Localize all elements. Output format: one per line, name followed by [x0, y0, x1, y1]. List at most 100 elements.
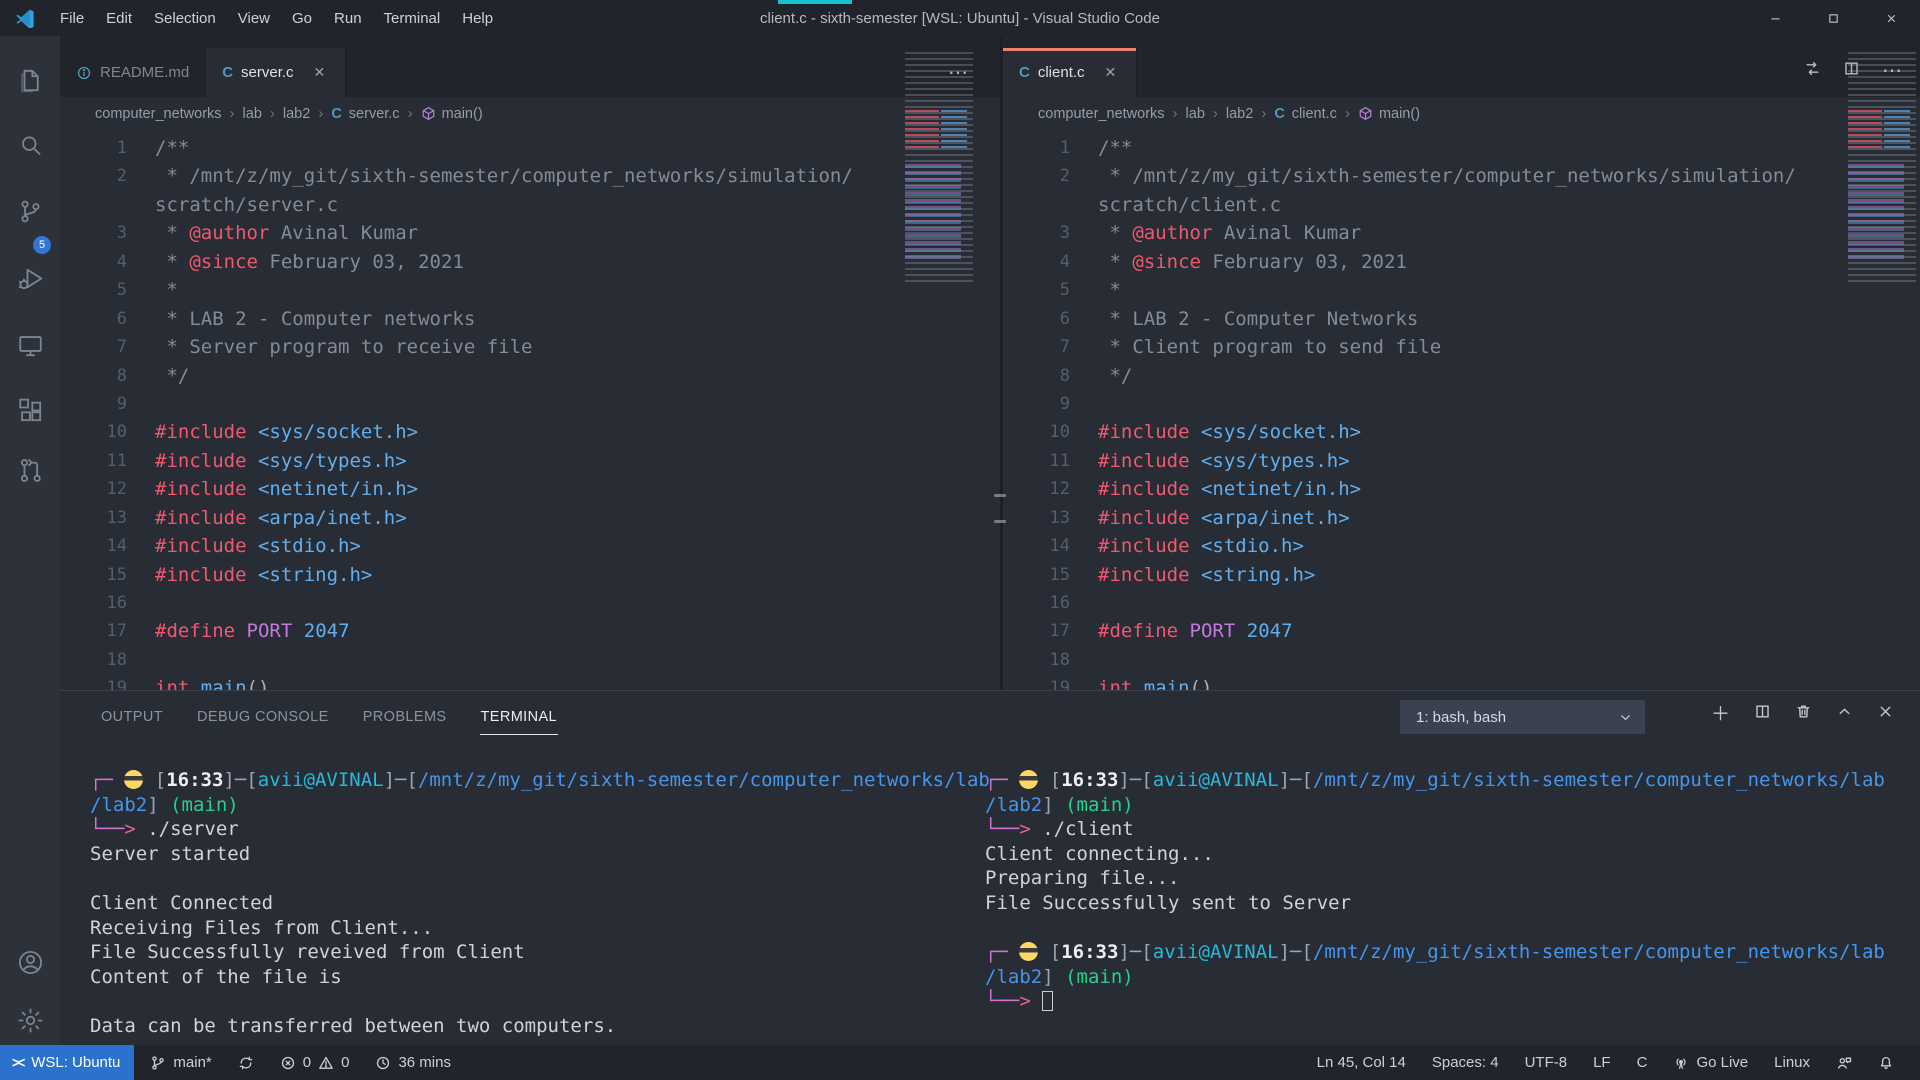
breadcrumb-item-main-[interactable]: main() — [421, 106, 483, 122]
c-file-icon: C — [1274, 106, 1284, 122]
sash-handle[interactable] — [994, 494, 1006, 497]
split-terminal-icon[interactable] — [1754, 703, 1771, 725]
minimap-right[interactable] — [1848, 52, 1916, 284]
account-icon[interactable] — [12, 944, 48, 980]
breadcrumb-item-server-c[interactable]: Cserver.c — [331, 106, 399, 122]
panel-tab-problems[interactable]: PROBLEMS — [362, 701, 448, 735]
close-icon[interactable]: ✕ — [1101, 63, 1121, 82]
maximize-panel-icon[interactable] — [1836, 703, 1853, 725]
settings-gear-icon[interactable] — [12, 1002, 48, 1038]
sunglasses-emoji-icon — [1019, 942, 1038, 961]
status-item-notifications[interactable] — [1878, 1055, 1894, 1071]
menu-selection[interactable]: Selection — [143, 6, 227, 31]
status-item-problems[interactable]: 00 — [280, 1054, 350, 1071]
token — [1190, 450, 1201, 472]
chevron-right-icon: › — [230, 105, 235, 122]
tab-server.c[interactable]: Cserver.c✕ — [206, 48, 346, 97]
terminal-select[interactable]: 1: bash, bash — [1400, 700, 1645, 734]
explorer-icon[interactable] — [12, 62, 48, 98]
maximize-button[interactable] — [1804, 0, 1862, 36]
line-number: 13 — [1003, 504, 1070, 532]
status-item-sync[interactable] — [238, 1055, 254, 1071]
terminal-text: ./client — [1042, 818, 1134, 840]
breadcrumb-item-computer-networks[interactable]: computer_networks — [1038, 106, 1165, 122]
menu-go[interactable]: Go — [281, 6, 323, 31]
open-changes-icon[interactable] — [1804, 60, 1821, 82]
token: () — [247, 677, 270, 690]
new-terminal-icon[interactable]: ＋ — [1711, 706, 1730, 723]
status-item-go-live[interactable]: Go Live — [1673, 1054, 1748, 1071]
terminal-text: > — [124, 818, 147, 840]
panel-tab-terminal[interactable]: TERMINAL — [480, 701, 559, 735]
status-item-feedback[interactable] — [1836, 1055, 1852, 1071]
status-item-indentation[interactable]: Spaces: 4 — [1432, 1054, 1499, 1071]
breadcrumb-item-lab2[interactable]: lab2 — [1226, 106, 1253, 122]
terminal-line: └──> — [985, 989, 1905, 1014]
code-text: scratch/client.c — [1070, 191, 1281, 219]
line-number: 1 — [60, 134, 127, 162]
extensions-icon[interactable] — [12, 392, 48, 428]
status-item-cursor-position[interactable]: Ln 45, Col 14 — [1317, 1054, 1406, 1071]
menu-file[interactable]: File — [49, 6, 95, 31]
code-line: 12#include <netinet/in.h> — [1003, 475, 1920, 503]
status-item-language-mode[interactable]: C — [1637, 1054, 1648, 1071]
menu-run[interactable]: Run — [323, 6, 373, 31]
line-number: 8 — [1003, 362, 1070, 390]
menu-view[interactable]: View — [227, 6, 281, 31]
code-line: 3 * @author Avinal Kumar — [60, 219, 1000, 247]
line-number: 4 — [1003, 248, 1070, 276]
line-number: 17 — [1003, 617, 1070, 645]
terminal-text: Client Connected — [90, 892, 273, 914]
token — [1190, 421, 1201, 443]
terminal-client[interactable]: ┌─ [16:33]─[avii@AVINAL]─[/mnt/z/my_git/… — [985, 768, 1905, 1014]
minimize-button[interactable] — [1746, 0, 1804, 36]
remote-explorer-icon[interactable] — [12, 327, 48, 363]
panel-tab-debug-console[interactable]: DEBUG CONSOLE — [196, 701, 330, 735]
terminal-select-value: 1: bash, bash — [1412, 709, 1618, 726]
terminal-line: Client connecting... — [985, 842, 1905, 867]
code-editor-server[interactable]: 1/**2 * /mnt/z/my_git/sixth-semester/com… — [60, 130, 1000, 690]
tab-README.md[interactable]: README.md — [60, 48, 206, 97]
code-line: 3 * @author Avinal Kumar — [1003, 219, 1920, 247]
code-text: /** — [127, 134, 189, 162]
run-debug-icon[interactable] — [12, 260, 48, 296]
terminal-line: Client Connected — [90, 891, 974, 916]
line-number — [1003, 191, 1070, 219]
status-item-git-branch[interactable]: main* — [150, 1054, 211, 1071]
remote-indicator[interactable]: >< WSL: Ubuntu — [0, 1045, 134, 1080]
terminal-text: ┌─ — [985, 769, 1019, 791]
breadcrumb-item-lab[interactable]: lab — [1186, 106, 1205, 122]
kill-terminal-icon[interactable] — [1795, 703, 1812, 725]
close-panel-icon[interactable] — [1877, 703, 1894, 725]
status-item-remote-os[interactable]: Linux — [1774, 1054, 1810, 1071]
menu-terminal[interactable]: Terminal — [373, 6, 452, 31]
breadcrumb-item-lab2[interactable]: lab2 — [283, 106, 310, 122]
sash-handle[interactable] — [994, 520, 1006, 523]
close-button[interactable] — [1862, 0, 1920, 36]
token: * — [155, 222, 189, 244]
editor-group-sash[interactable] — [1000, 36, 1003, 690]
breadcrumb-item-computer-networks[interactable]: computer_networks — [95, 106, 222, 122]
close-icon[interactable]: ✕ — [310, 63, 330, 82]
terminal-line: └──> ./client — [985, 817, 1905, 842]
breadcrumb-item-main-[interactable]: main() — [1358, 106, 1420, 122]
code-line: 19int main() — [1003, 674, 1920, 690]
github-pr-icon[interactable] — [12, 452, 48, 488]
source-control-icon[interactable] — [12, 193, 48, 229]
menu-help[interactable]: Help — [451, 6, 504, 31]
breadcrumb-label: computer_networks — [95, 106, 222, 122]
terminal-server[interactable]: ┌─ [16:33]─[avii@AVINAL]─[/mnt/z/my_git/… — [90, 768, 974, 1039]
tab-client.c[interactable]: Cclient.c✕ — [1003, 48, 1137, 97]
panel-tab-output[interactable]: OUTPUT — [100, 701, 164, 735]
minimap-left[interactable] — [905, 52, 973, 284]
search-icon[interactable] — [12, 127, 48, 163]
terminal-text: /mnt/z/my_git/sixth-semester/computer_ne… — [1313, 769, 1885, 791]
breadcrumb-item-lab[interactable]: lab — [243, 106, 262, 122]
breadcrumb-item-client-c[interactable]: Cclient.c — [1274, 106, 1337, 122]
code-editor-client[interactable]: 1/**2 * /mnt/z/my_git/sixth-semester/com… — [1003, 130, 1920, 690]
status-item-encoding[interactable]: UTF-8 — [1525, 1054, 1568, 1071]
code-text: * LAB 2 - Computer networks — [127, 305, 475, 333]
status-item-timer[interactable]: 36 mins — [375, 1054, 451, 1071]
menu-edit[interactable]: Edit — [95, 6, 143, 31]
status-item-eol[interactable]: LF — [1593, 1054, 1611, 1071]
